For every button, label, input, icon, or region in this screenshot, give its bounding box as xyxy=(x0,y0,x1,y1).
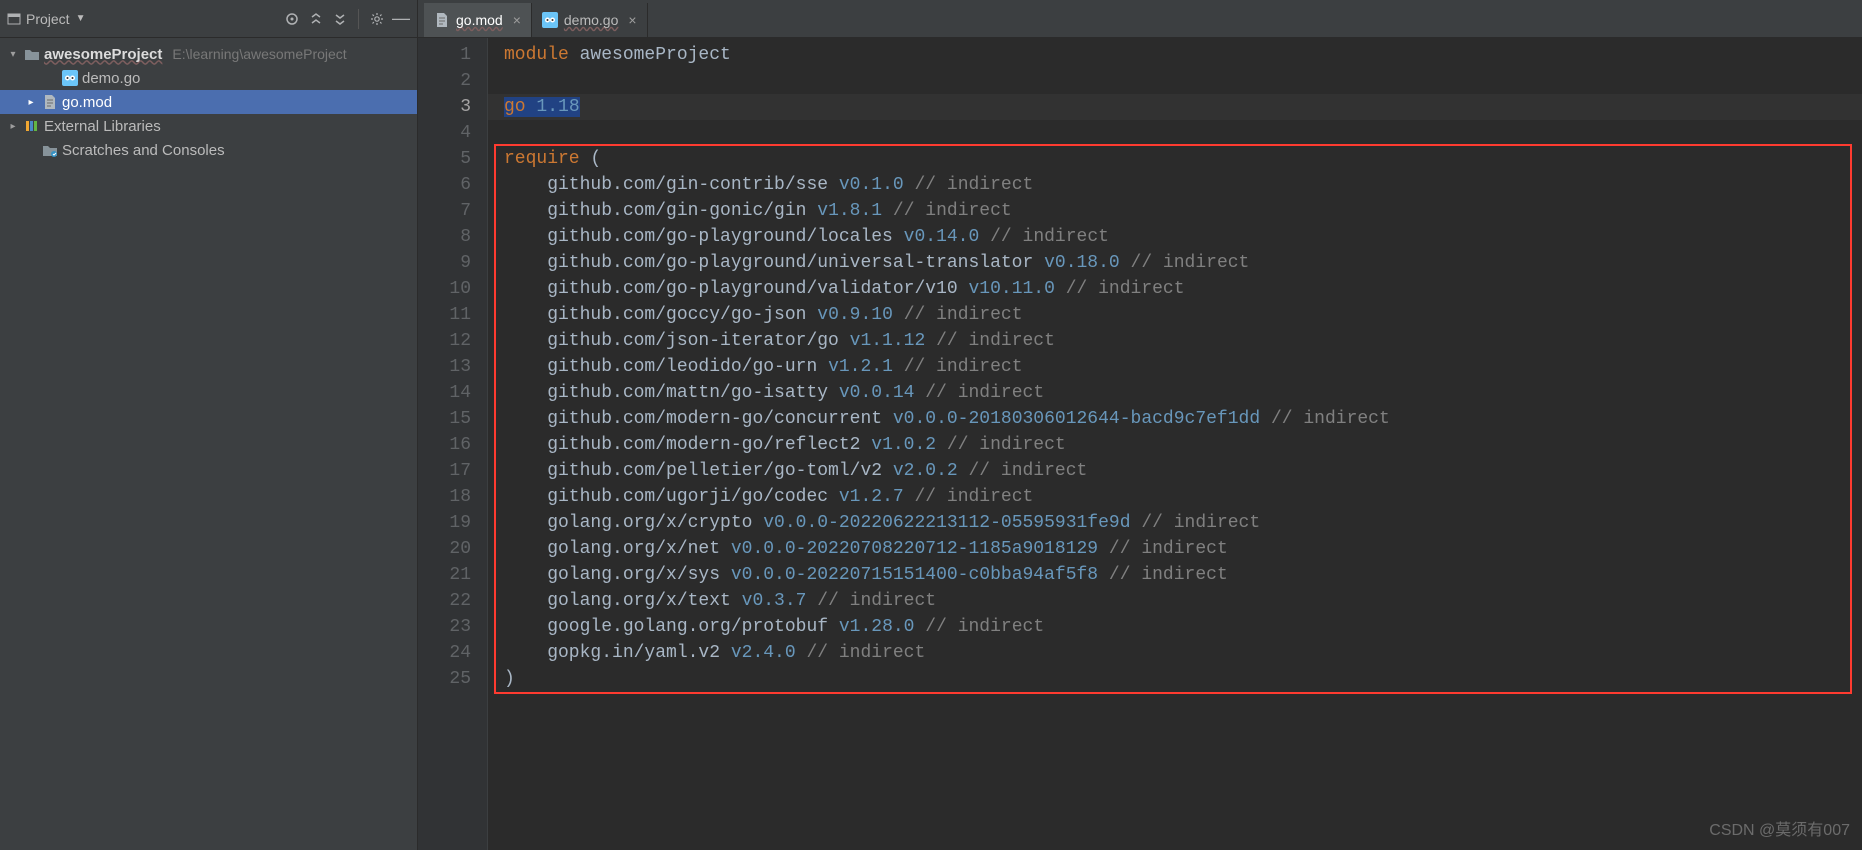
close-icon[interactable]: × xyxy=(513,12,521,28)
close-icon[interactable]: × xyxy=(628,12,636,28)
editor-tabs: go.mod × demo.go × xyxy=(418,0,1862,38)
code-line[interactable]: golang.org/x/sys v0.0.0-20220715151400-c… xyxy=(504,562,1862,588)
tab-label: demo.go xyxy=(564,12,618,28)
code-line[interactable]: github.com/goccy/go-json v0.9.10 // indi… xyxy=(504,302,1862,328)
tree-external-libraries[interactable]: ▸ External Libraries xyxy=(0,114,417,138)
scratches-icon xyxy=(42,142,58,158)
code-line[interactable]: require ( xyxy=(504,146,1862,172)
mod-file-icon xyxy=(434,12,450,28)
line-number[interactable]: 1 xyxy=(418,42,471,68)
line-number-gutter[interactable]: 1234567891011121314151617181920212223242… xyxy=(418,38,488,850)
line-number[interactable]: 21 xyxy=(418,562,471,588)
line-number[interactable]: 17 xyxy=(418,458,471,484)
line-number[interactable]: 19 xyxy=(418,510,471,536)
code-line[interactable]: github.com/json-iterator/go v1.1.12 // i… xyxy=(504,328,1862,354)
line-number[interactable]: 25 xyxy=(418,666,471,692)
select-opened-file-icon[interactable] xyxy=(282,9,302,29)
tree-file-go-mod[interactable]: ▸ go.mod xyxy=(0,90,417,114)
go-file-icon xyxy=(542,12,558,28)
line-number[interactable]: 11 xyxy=(418,302,471,328)
project-root-path: E:\learning\awesomeProject xyxy=(172,46,346,62)
code-line[interactable]: module awesomeProject xyxy=(504,42,1862,68)
code-line[interactable]: github.com/go-playground/locales v0.14.0… xyxy=(504,224,1862,250)
line-number[interactable]: 24 xyxy=(418,640,471,666)
code-line[interactable]: golang.org/x/net v0.0.0-20220708220712-1… xyxy=(504,536,1862,562)
line-number[interactable]: 4 xyxy=(418,120,471,146)
code-line[interactable]: github.com/modern-go/concurrent v0.0.0-2… xyxy=(504,406,1862,432)
line-number[interactable]: 8 xyxy=(418,224,471,250)
line-number[interactable]: 20 xyxy=(418,536,471,562)
folder-icon xyxy=(24,46,40,62)
code-line[interactable]: github.com/modern-go/reflect2 v1.0.2 // … xyxy=(504,432,1862,458)
sidebar-header: Project ▼ — xyxy=(0,0,417,38)
line-number[interactable]: 13 xyxy=(418,354,471,380)
tab-label: go.mod xyxy=(456,12,503,28)
code-line[interactable]: ) xyxy=(504,666,1862,692)
collapse-all-icon[interactable] xyxy=(330,9,350,29)
line-number[interactable]: 14 xyxy=(418,380,471,406)
line-number[interactable]: 2 xyxy=(418,68,471,94)
code-line[interactable]: golang.org/x/crypto v0.0.0-2022062221311… xyxy=(504,510,1862,536)
project-tree: ▾ awesomeProject E:\learning\awesomeProj… xyxy=(0,38,417,166)
watermark: CSDN @莫须有007 xyxy=(1709,818,1850,844)
code-line[interactable]: github.com/ugorji/go/codec v1.2.7 // ind… xyxy=(504,484,1862,510)
sidebar-title-label: Project xyxy=(26,11,70,27)
project-root-name: awesomeProject xyxy=(44,46,162,63)
tree-root[interactable]: ▾ awesomeProject E:\learning\awesomeProj… xyxy=(0,42,417,66)
tree-item-label: External Libraries xyxy=(44,118,161,135)
editor-body[interactable]: 1234567891011121314151617181920212223242… xyxy=(418,38,1862,850)
tab-go-mod[interactable]: go.mod × xyxy=(424,3,532,37)
code-line[interactable]: github.com/go-playground/universal-trans… xyxy=(504,250,1862,276)
code-line[interactable]: github.com/pelletier/go-toml/v2 v2.0.2 /… xyxy=(504,458,1862,484)
line-number[interactable]: 12 xyxy=(418,328,471,354)
chevron-right-icon: ▸ xyxy=(24,97,38,108)
line-number[interactable]: 23 xyxy=(418,614,471,640)
project-sidebar: Project ▼ — ▾ xyxy=(0,0,418,850)
line-number[interactable]: 10 xyxy=(418,276,471,302)
tree-item-label: go.mod xyxy=(62,94,112,111)
code-line[interactable]: github.com/mattn/go-isatty v0.0.14 // in… xyxy=(504,380,1862,406)
tree-scratches[interactable]: Scratches and Consoles xyxy=(0,138,417,162)
code-line[interactable]: github.com/gin-contrib/sse v0.1.0 // ind… xyxy=(504,172,1862,198)
code-line[interactable]: github.com/gin-gonic/gin v1.8.1 // indir… xyxy=(504,198,1862,224)
sidebar-title[interactable]: Project ▼ xyxy=(26,11,85,27)
line-number[interactable]: 16 xyxy=(418,432,471,458)
code-line[interactable]: gopkg.in/yaml.v2 v2.4.0 // indirect xyxy=(504,640,1862,666)
hide-icon[interactable]: — xyxy=(391,9,411,29)
line-number[interactable]: 7 xyxy=(418,198,471,224)
line-number[interactable]: 5 xyxy=(418,146,471,172)
line-number[interactable]: 18 xyxy=(418,484,471,510)
editor-pane: go.mod × demo.go × 123456789101112131415… xyxy=(418,0,1862,850)
line-number[interactable]: 15 xyxy=(418,406,471,432)
project-window-icon xyxy=(6,11,22,27)
tree-item-label: demo.go xyxy=(82,70,140,87)
tree-file-demo-go[interactable]: demo.go xyxy=(0,66,417,90)
code-line[interactable]: github.com/go-playground/validator/v10 v… xyxy=(504,276,1862,302)
go-file-icon xyxy=(62,70,78,86)
code-line[interactable]: github.com/leodido/go-urn v1.2.1 // indi… xyxy=(504,354,1862,380)
chevron-down-icon: ▾ xyxy=(6,49,20,60)
code-line[interactable]: golang.org/x/text v0.3.7 // indirect xyxy=(504,588,1862,614)
line-number[interactable]: 6 xyxy=(418,172,471,198)
library-icon xyxy=(24,118,40,134)
code-line[interactable]: ​ xyxy=(504,68,1862,94)
code-line[interactable]: ​ xyxy=(504,120,1862,146)
tab-demo-go[interactable]: demo.go × xyxy=(532,3,648,37)
chevron-down-icon: ▼ xyxy=(76,13,86,24)
tree-item-label: Scratches and Consoles xyxy=(62,142,225,159)
line-number[interactable]: 9 xyxy=(418,250,471,276)
mod-file-icon xyxy=(42,94,58,110)
line-number[interactable]: 22 xyxy=(418,588,471,614)
code-area[interactable]: module awesomeProject​go 1.18​require ( … xyxy=(488,38,1862,850)
code-line[interactable]: google.golang.org/protobuf v1.28.0 // in… xyxy=(504,614,1862,640)
expand-all-icon[interactable] xyxy=(306,9,326,29)
chevron-right-icon: ▸ xyxy=(6,121,20,132)
line-number[interactable]: 3 xyxy=(418,94,471,120)
gear-icon[interactable] xyxy=(367,9,387,29)
